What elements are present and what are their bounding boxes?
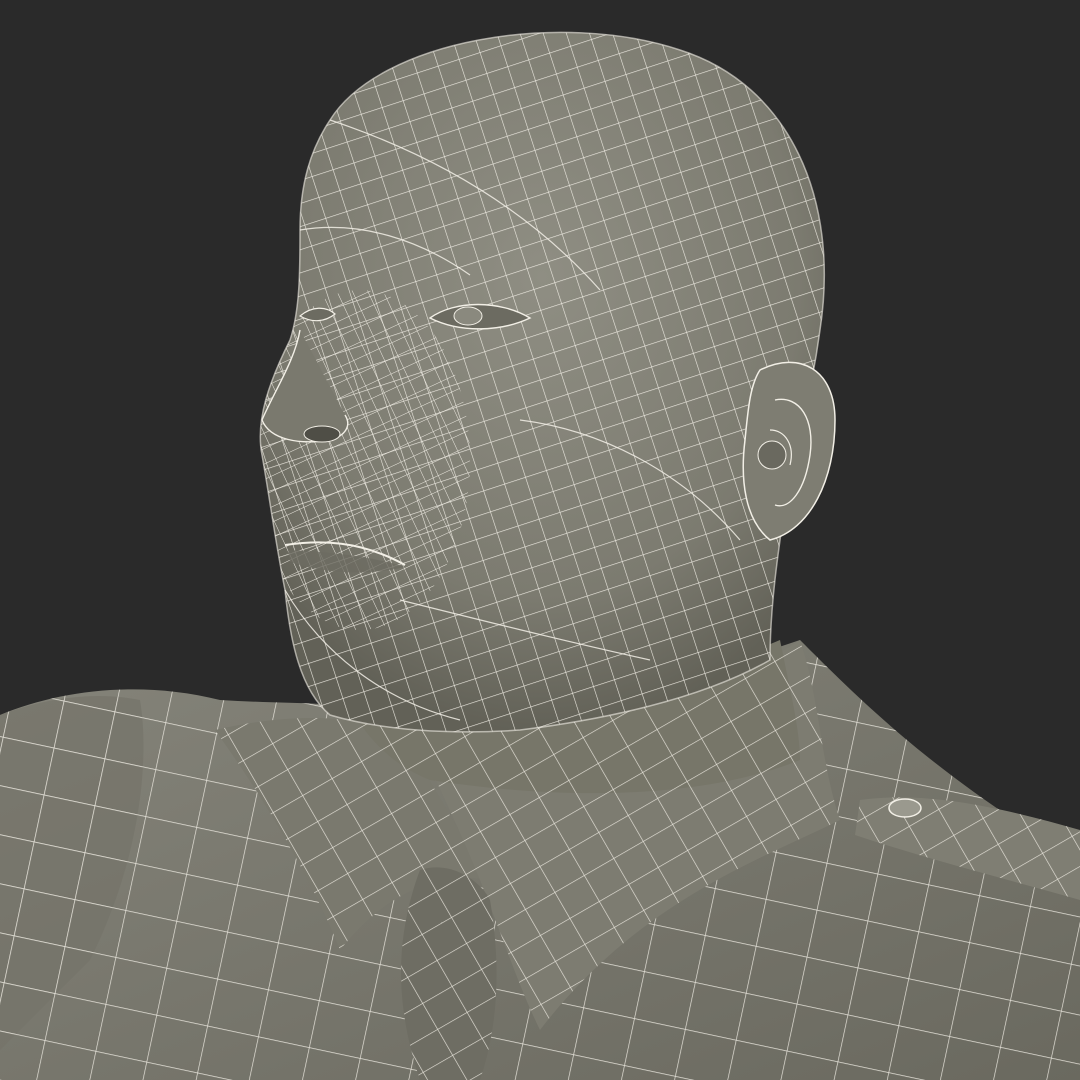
necktie: [401, 867, 497, 1080]
button-icon: [888, 798, 922, 818]
render-viewport: [0, 0, 1080, 1080]
wireframe-render: [0, 0, 1080, 1080]
